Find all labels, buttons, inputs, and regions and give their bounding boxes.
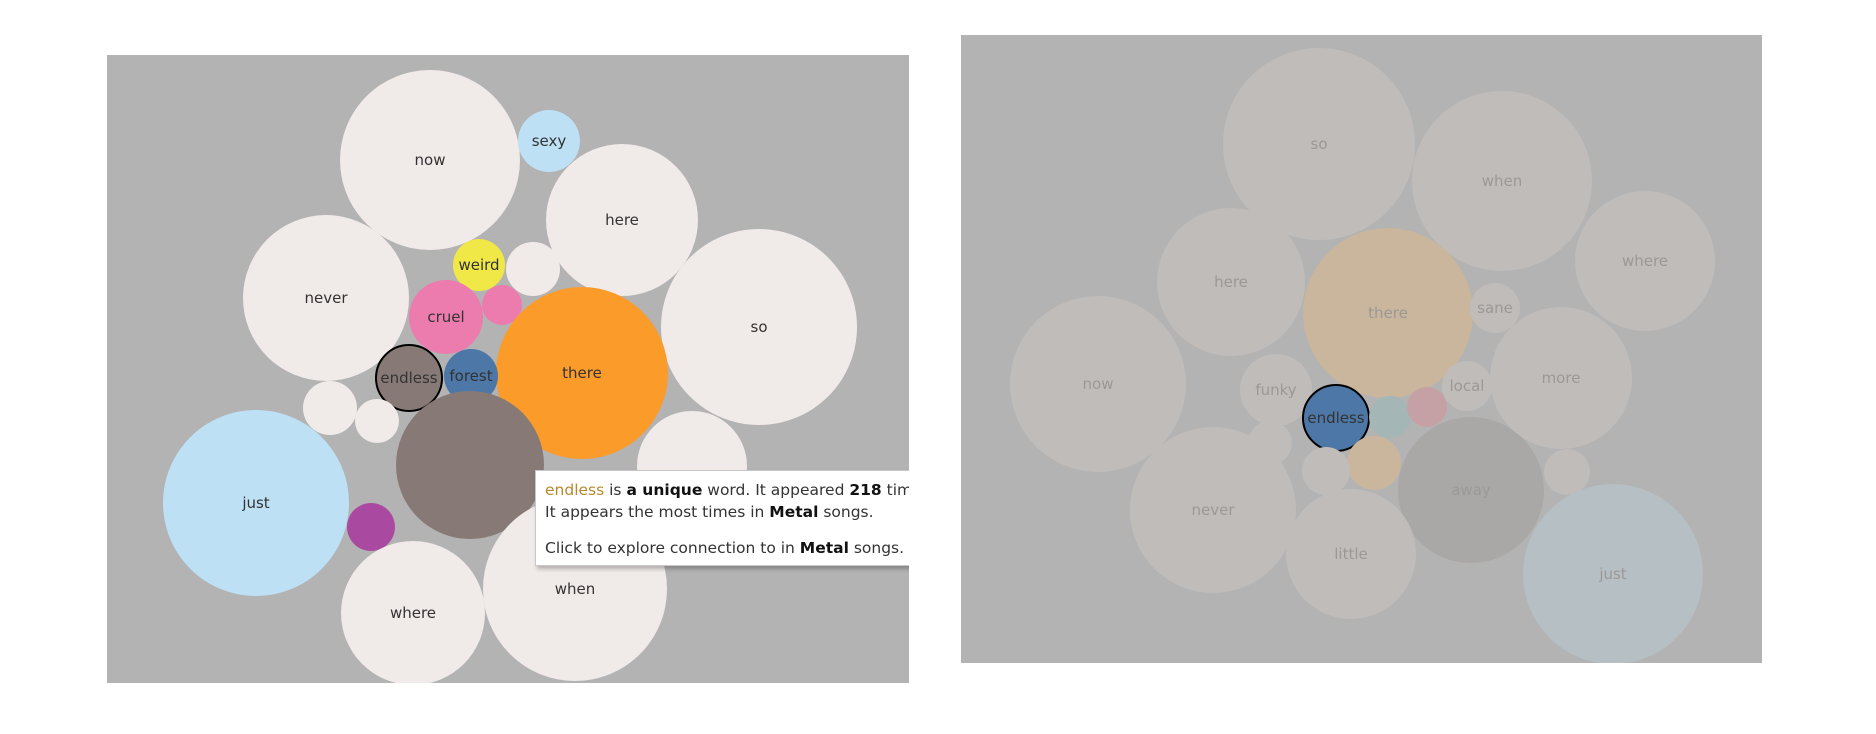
- bubble-circle[interactable]: [506, 242, 560, 296]
- bubble-label: so: [1311, 135, 1328, 153]
- bubble-label: where: [1622, 252, 1668, 270]
- bubble-label: here: [605, 211, 639, 229]
- left-bubble-svg: now sexy here weird never cruel so there endless…: [163, 70, 857, 683]
- bubble-circle[interactable]: [355, 399, 399, 443]
- bubble-here[interactable]: here: [546, 144, 698, 296]
- bubble-little[interactable]: little: [1286, 489, 1416, 619]
- bubble-label: funky: [1255, 381, 1296, 399]
- bubble-circle[interactable]: [303, 381, 357, 435]
- tooltip-text: songs.: [848, 539, 905, 557]
- bubble-label: here: [1214, 273, 1248, 291]
- tooltip-count: 218: [849, 481, 882, 499]
- bubble-label: when: [555, 580, 596, 598]
- bubble-circle[interactable]: [1407, 387, 1447, 427]
- tooltip-line-2: It appears the most times in Metal songs…: [545, 501, 909, 523]
- bubble-label: sane: [1477, 299, 1513, 317]
- tooltip-genre: Metal: [769, 503, 819, 521]
- tooltip-unique: a unique: [626, 481, 703, 499]
- bubble-unlabeled-16[interactable]: [1544, 449, 1590, 495]
- bubble-label: there: [1368, 304, 1408, 322]
- bubble-cruel[interactable]: cruel: [409, 280, 483, 354]
- bubble-circle[interactable]: [1369, 396, 1411, 438]
- right-bubble-svg: so when where here there sane now funky local mor…: [1010, 48, 1715, 663]
- bubble-now[interactable]: now: [1010, 296, 1186, 472]
- bubble-unlabeled-12[interactable]: [303, 381, 357, 435]
- bubble-local[interactable]: local: [1442, 361, 1492, 411]
- bubble-label: endless: [1307, 409, 1364, 427]
- bubble-unlabeled-4[interactable]: [506, 242, 560, 296]
- bubble-label: endless: [380, 369, 437, 387]
- bubble-unlabeled-13[interactable]: [355, 399, 399, 443]
- bubble-label: never: [304, 289, 348, 307]
- bubble-circle[interactable]: [1544, 449, 1590, 495]
- bubble-just[interactable]: just: [1523, 484, 1703, 663]
- tooltip-text: songs.: [818, 503, 874, 521]
- bubble-label: now: [1083, 375, 1114, 393]
- bubble-so[interactable]: so: [661, 229, 857, 425]
- bubble-sane[interactable]: sane: [1470, 283, 1520, 333]
- bubble-when[interactable]: when: [1412, 91, 1592, 271]
- bubble-more[interactable]: more: [1490, 307, 1632, 449]
- bubble-label: local: [1450, 377, 1485, 395]
- bubble-unlabeled-15[interactable]: [1302, 447, 1350, 495]
- bubble-label: little: [1334, 545, 1368, 563]
- bubble-label: more: [1542, 369, 1581, 387]
- bubble-funky[interactable]: funky: [1240, 354, 1312, 426]
- tooltip-line-3: Click to explore connection to in Metal …: [545, 537, 909, 559]
- bubble-unlabeled-17[interactable]: [347, 503, 395, 551]
- bubble-sexy[interactable]: sexy: [518, 110, 580, 172]
- word-tooltip: endless is a unique word. It appeared 21…: [535, 470, 909, 566]
- tooltip-word: endless: [545, 481, 605, 499]
- bubble-away[interactable]: away: [1398, 417, 1544, 563]
- bubble-where[interactable]: where: [341, 541, 485, 683]
- bubble-label: so: [751, 318, 768, 336]
- bubble-label: away: [1451, 481, 1491, 499]
- bubble-label: there: [562, 364, 602, 382]
- bubble-unlabeled-12[interactable]: [1407, 387, 1447, 427]
- bubble-label: never: [1191, 501, 1235, 519]
- tooltip-text: It appears the most times in: [545, 503, 770, 521]
- bubble-now[interactable]: now: [340, 70, 520, 250]
- bubble-label: when: [1482, 172, 1523, 190]
- tooltip-text: word. It appeared: [702, 481, 850, 499]
- bubble-label: where: [390, 604, 436, 622]
- bubble-circle[interactable]: [347, 503, 395, 551]
- tooltip-genre: Metal: [799, 539, 849, 557]
- bubble-label: just: [1598, 565, 1626, 583]
- tooltip-text: times.: [886, 481, 909, 499]
- bubble-circle[interactable]: [1302, 447, 1350, 495]
- bubble-circle[interactable]: [1347, 436, 1401, 490]
- bubble-here[interactable]: here: [1157, 208, 1305, 356]
- right-word-bubble-chart: so when where here there sane now funky local mor…: [961, 35, 1762, 663]
- tooltip-text: Click to explore connection to in: [545, 539, 800, 557]
- tooltip-text: is: [604, 481, 627, 499]
- bubble-where[interactable]: where: [1575, 191, 1715, 331]
- bubble-unlabeled-14[interactable]: [1347, 436, 1401, 490]
- bubble-label: just: [241, 494, 269, 512]
- bubble-unlabeled-11[interactable]: [1369, 396, 1411, 438]
- bubble-never[interactable]: never: [1130, 427, 1296, 593]
- tooltip-line-1: endless is a unique word. It appeared 21…: [545, 479, 909, 501]
- bubble-label: cruel: [427, 308, 464, 326]
- bubble-label: forest: [449, 367, 492, 385]
- bubble-label: weird: [458, 256, 499, 274]
- left-word-bubble-chart: now sexy here weird never cruel so there endless…: [107, 55, 909, 683]
- bubble-just[interactable]: just: [163, 410, 349, 596]
- bubble-label: now: [415, 151, 446, 169]
- bubble-label: sexy: [532, 132, 567, 150]
